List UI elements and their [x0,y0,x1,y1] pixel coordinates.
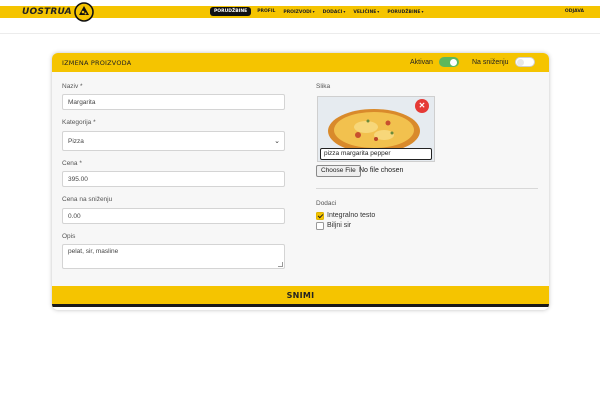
caret-down-icon: ▾ [421,8,424,14]
nav-item-orders[interactable]: PORUDŽBINE▾ [385,8,425,16]
price-input[interactable]: 395.00 [62,171,285,187]
choose-file-button[interactable]: Choose File [316,165,361,177]
nav-item-label: PROIZVODI [283,9,312,15]
close-icon: ✕ [418,101,426,110]
section-divider [316,188,538,189]
caret-down-icon: ▾ [377,8,380,14]
active-toggle[interactable] [438,57,459,67]
price-label: Cena * [62,160,82,167]
addon-checkbox-integralno[interactable] [316,212,324,220]
nav-item-label: VELIČINE [353,9,377,15]
logo-swoosh [6,9,20,15]
toggle-knob [449,59,457,66]
addon-label-biljni: Biljni sir [327,222,352,229]
name-input[interactable]: Margarita [62,94,285,110]
sale-toggle-group: Na sniženju [472,57,535,67]
remove-image-button[interactable]: ✕ [415,99,429,113]
nav-item-products[interactable]: PROIZVODI▾ [281,8,316,16]
sale-toggle[interactable] [514,57,535,67]
addons-label: Dodaci [316,200,337,207]
nav-item-orders-active[interactable]: PORUDŽBINE [210,7,252,16]
card-body: Naziv * Margarita Kategorija * Pizza ⌄ C… [52,72,549,286]
nav-item-label: PROFIL [257,9,276,14]
description-value: pelat, sir, masline [68,248,119,255]
brand-logo[interactable]: UOSTRUA [6,2,95,22]
category-selected-value: Pizza [68,138,84,145]
navbar-divider [0,33,600,34]
card-title: IZMENA PROIZVODA [62,59,132,67]
description-textarea[interactable]: pelat, sir, masline [62,244,285,269]
toggle-knob [516,59,524,66]
addon-label-integralno: Integralno testo [327,212,376,219]
nav-item-addons[interactable]: DODACI▾ [321,8,348,16]
name-label: Naziv * [62,83,83,90]
nav-item-sizes[interactable]: VELIČINE▾ [351,8,381,16]
file-status-text: No file chosen [359,167,404,174]
image-caption-field[interactable]: pizza margarita pepper [320,148,432,160]
brand-name: UOSTRUA [22,7,72,17]
active-toggle-label: Aktivan [410,58,433,66]
nav-item-label: PORUDŽBINE [387,9,421,15]
addon-checkbox-biljni[interactable] [316,222,324,230]
resize-grip-icon[interactable] [278,262,283,267]
nav-item-profile[interactable]: PROFIL [255,8,277,15]
image-label: Slika [316,83,331,90]
description-label: Opis [62,233,76,240]
edit-product-card: IZMENA PROIZVODA Aktivan Na sniženju Naz… [52,53,549,310]
card-header: IZMENA PROIZVODA Aktivan Na sniženju [52,53,549,72]
category-select[interactable]: Pizza ⌄ [62,131,285,151]
navbar: UOSTRUA PORUDŽBINE PROFIL PROIZVODI▾ DOD… [0,0,600,24]
category-label: Kategorija * [62,119,96,126]
active-toggle-group: Aktivan [410,57,459,67]
sale-price-label: Cena na sniženju [62,196,113,203]
sale-toggle-label: Na sniženju [472,58,509,66]
nav-item-label: PORUDŽBINE [214,9,248,14]
nav-item-label: DODACI [322,9,343,15]
pizza-slice-icon [73,2,94,22]
save-button[interactable]: SNIMI [52,286,549,307]
caret-down-icon: ▾ [312,8,315,14]
nav-links: PORUDŽBINE PROFIL PROIZVODI▾ DODACI▾ VEL… [210,7,426,16]
logout-link[interactable]: ODJAVA [565,9,584,14]
sale-price-input[interactable]: 0.00 [62,208,285,224]
chevron-down-icon: ⌄ [274,138,280,145]
caret-down-icon: ▾ [343,8,346,14]
